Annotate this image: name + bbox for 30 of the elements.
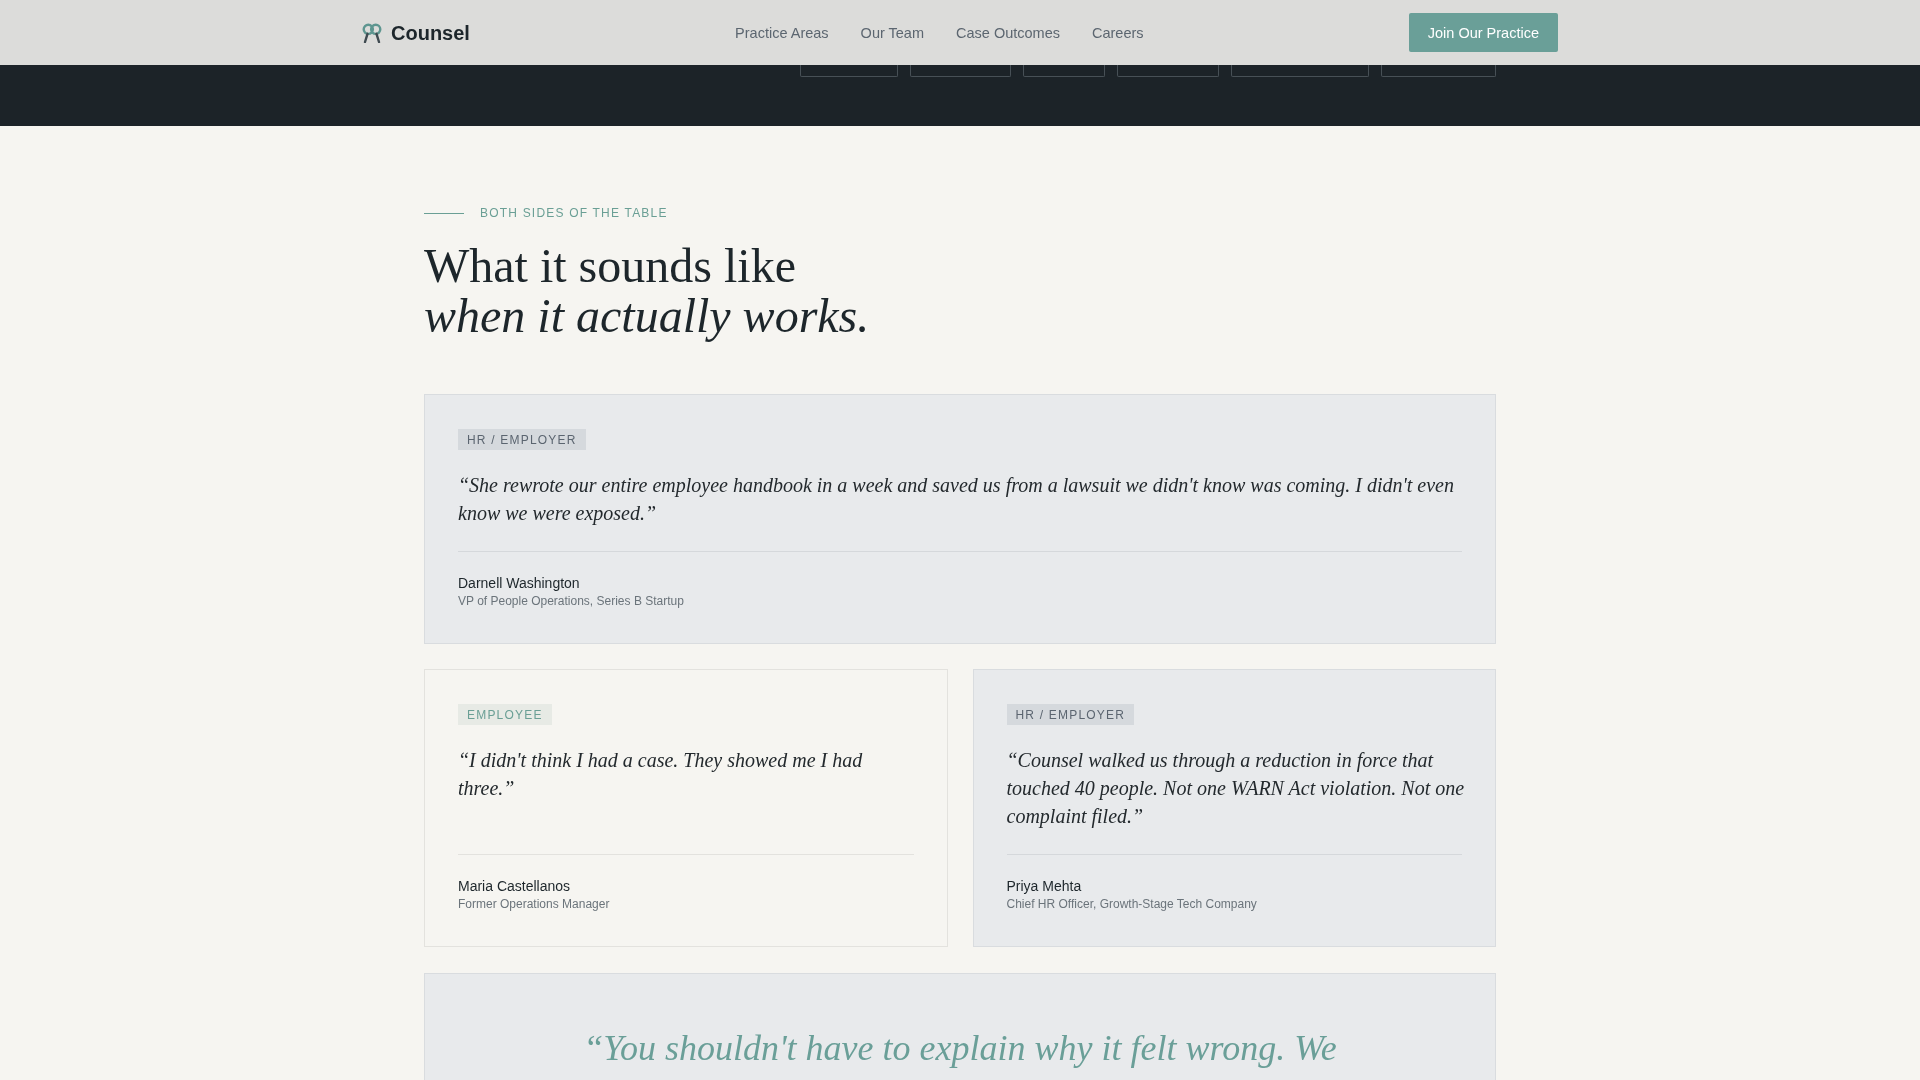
brand-name: Counsel [391,20,470,45]
nav-link[interactable]: Case Outcomes [956,22,1060,43]
audience-tag: HR / EMPLOYER [1006,704,1135,725]
pull-quote: “You shouldn't have to explain why it felt wrong. We [583,1027,1337,1070]
nav-link[interactable]: Practice Areas [735,22,829,43]
join-practice-button[interactable]: Join Our Practice [1408,13,1558,52]
section-heading-italic: when it actually works. [424,291,870,341]
client-name: Darnell Washington [458,574,581,593]
filter-chip[interactable] [1117,65,1219,77]
testimonial-quote: “She rewrote our entire employee handbook in a week and saved us from a lawsuit we didn't know was coming. I didn't even know we were exposed.” [458,473,1455,527]
filter-chip[interactable] [1023,65,1105,77]
client-role: VP of People Operations, Series B Startup [458,593,685,610]
nav-link[interactable]: Our Team [860,22,924,43]
client-name: Priya Mehta [1006,877,1083,896]
testimonial-quote: “Counsel walked us through a reduction in force that touched 40 people. Not one WARN Act violation. Not one complaint filed.” [1006,748,1466,830]
audience-tag: EMPLOYEE [458,704,552,725]
testimonial-quote: “I didn't think I had a case. They showed me I had three.” [458,748,864,801]
nav-link[interactable]: Careers [1092,22,1144,43]
eyebrow-label: BOTH SIDES OF THE TABLE [480,206,668,220]
brand-link[interactable]: Counsel [362,20,470,45]
filter-chip[interactable] [910,65,1011,77]
filter-chip[interactable] [1381,65,1496,77]
audience-tag: HR / EMPLOYER [458,429,586,450]
filter-chip[interactable] [1231,65,1369,77]
filter-chip[interactable] [800,65,898,77]
section-heading: What it sounds like [424,241,796,291]
client-role: Chief HR Officer, Growth-Stage Tech Company [1006,896,1258,913]
client-role: Former Operations Manager [458,896,611,913]
client-name: Maria Castellanos [458,877,572,896]
linked-rings-icon [362,22,382,43]
